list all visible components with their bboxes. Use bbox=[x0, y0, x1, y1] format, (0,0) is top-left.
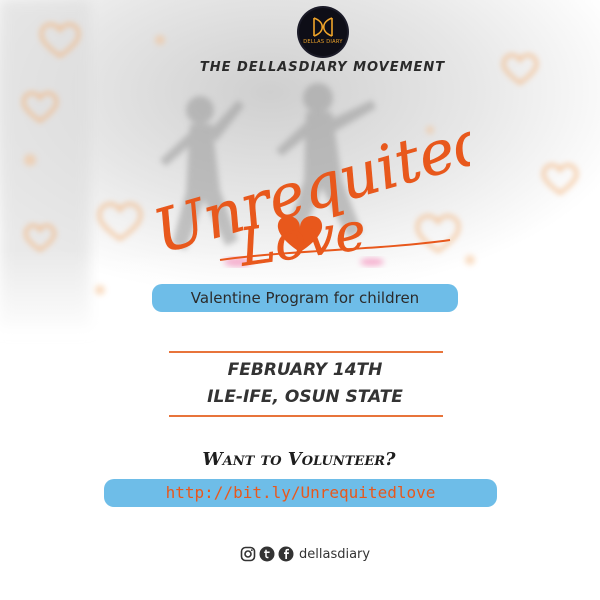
divider-top bbox=[169, 351, 443, 353]
volunteer-link[interactable]: http://bit.ly/Unrequitedlove bbox=[104, 479, 497, 507]
logo-text: DELLAS DIARY bbox=[303, 39, 343, 45]
title-artwork: Unrequited Love bbox=[150, 104, 470, 279]
social-handle: dellasdiary bbox=[299, 546, 371, 562]
facebook-icon bbox=[278, 546, 294, 562]
volunteer-prompt: Want to Volunteer? bbox=[202, 449, 396, 470]
instagram-icon bbox=[240, 546, 256, 562]
twitter-icon bbox=[259, 546, 275, 562]
event-date: FEBRUARY 14TH bbox=[227, 360, 383, 380]
program-pill: Valentine Program for children bbox=[152, 284, 458, 312]
movement-title: THE DELLASDIARY MOVEMENT bbox=[199, 60, 446, 75]
social-row: dellasdiary bbox=[240, 544, 370, 564]
event-location: ILE-IFE, OSUN STATE bbox=[207, 387, 403, 407]
logo-mark-icon bbox=[313, 17, 333, 37]
poster: DELLAS DIARY THE DELLASDIARY MOVEMENT Un… bbox=[0, 0, 600, 600]
brand-logo: DELLAS DIARY bbox=[299, 8, 347, 56]
divider-bottom bbox=[169, 415, 443, 417]
